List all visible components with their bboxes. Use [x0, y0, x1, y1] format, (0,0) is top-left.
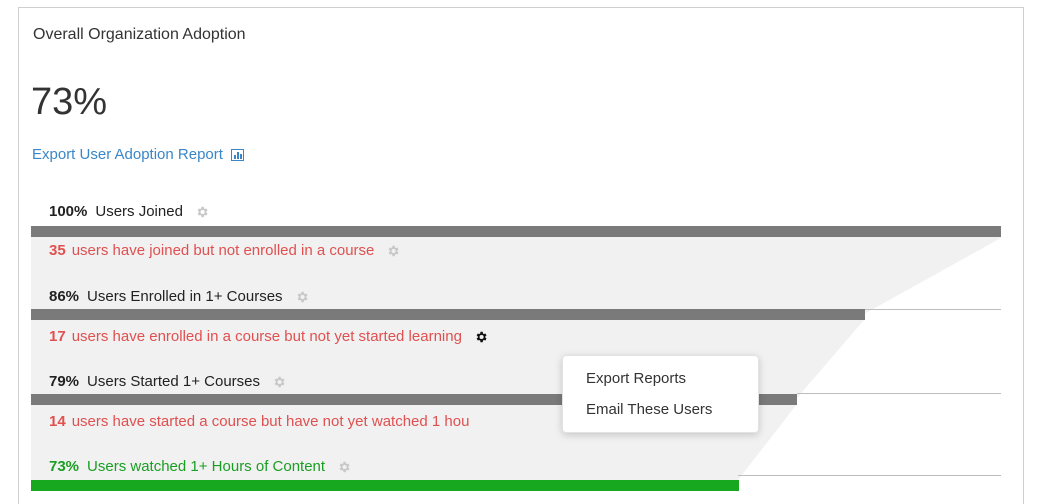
note-count: 14	[49, 413, 66, 430]
funnel-bar-watched	[31, 480, 739, 491]
percent: 100%	[49, 203, 88, 220]
gear-icon[interactable]	[386, 244, 400, 258]
label: Users watched 1+ Hours of Content	[87, 458, 326, 475]
note-text: users have started a course but have not…	[71, 413, 470, 430]
gear-icon[interactable]	[337, 460, 351, 474]
percent: 73%	[49, 458, 80, 475]
label: Users Enrolled in 1+ Courses	[87, 288, 283, 305]
gear-icon[interactable]	[195, 205, 209, 219]
funnel-row-enrolled: 86% Users Enrolled in 1+ Courses	[49, 288, 309, 305]
adoption-card: Overall Organization Adoption 73% Export…	[18, 7, 1024, 504]
note-count: 35	[49, 242, 66, 259]
funnel-row-joined: 100% Users Joined	[49, 203, 209, 220]
funnel-note-started: 14 users have started a course but have …	[49, 413, 469, 430]
label: Users Joined	[95, 203, 183, 220]
funnel-note-enrolled: 17 users have enrolled in a course but n…	[49, 328, 488, 345]
menu-item-email-these-users[interactable]: Email These Users	[586, 401, 712, 418]
gear-icon[interactable]	[272, 375, 286, 389]
note-count: 17	[49, 328, 66, 345]
divider-2	[797, 393, 1001, 394]
funnel-row-watched: 73% Users watched 1+ Hours of Content	[49, 458, 351, 475]
menu-item-export-reports[interactable]: Export Reports	[586, 370, 686, 387]
gear-icon-active[interactable]	[474, 330, 488, 344]
funnel-bar-enrolled	[31, 309, 865, 320]
percent: 86%	[49, 288, 80, 305]
note-text: users have joined but not enrolled in a …	[71, 242, 375, 259]
funnel-note-joined: 35 users have joined but not enrolled in…	[49, 242, 400, 259]
divider-1	[864, 309, 1001, 310]
note-text: users have enrolled in a course but not …	[71, 328, 462, 345]
funnel-bar-joined	[31, 226, 1001, 237]
divider-3	[738, 475, 1001, 476]
funnel-row-started: 79% Users Started 1+ Courses	[49, 373, 286, 390]
label: Users Started 1+ Courses	[87, 373, 261, 390]
gear-context-menu: Export Reports Email These Users	[562, 355, 759, 433]
percent: 79%	[49, 373, 80, 390]
gear-icon[interactable]	[295, 290, 309, 304]
